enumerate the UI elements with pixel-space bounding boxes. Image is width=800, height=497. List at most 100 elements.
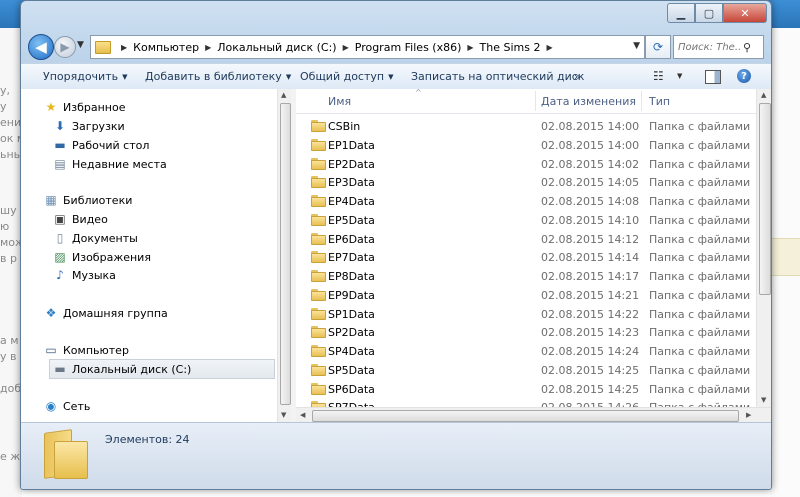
table-row[interactable]: SP2Data 02.08.2015 14:23 Папка с файлами (296, 323, 771, 342)
recent-pages-dropdown[interactable]: ▼ (77, 40, 84, 50)
table-row[interactable]: SP4Data 02.08.2015 14:24 Папка с файлами (296, 342, 771, 361)
minimize-button[interactable]: ▁ (667, 3, 695, 23)
navigation-pane-scrollbar[interactable]: ▲ ▼ (277, 89, 291, 422)
back-button[interactable]: ◀ (28, 34, 54, 60)
address-bar[interactable]: ▶ Компьютер ▶ Локальный диск (C:) ▶ Prog… (90, 35, 645, 59)
chevron-right-icon[interactable]: ▶ (343, 43, 349, 52)
search-box[interactable]: ⚲ (673, 35, 764, 59)
sidebar-item-documents[interactable]: ▯ Документы (52, 229, 138, 247)
sidebar-item-desktop[interactable]: ▬ Рабочий стол (52, 136, 149, 154)
scrollbar-thumb[interactable] (759, 103, 771, 295)
folder-icon (311, 270, 326, 282)
sidebar-item-local-disk-c[interactable]: ▬ Локальный диск (C:) (49, 359, 275, 379)
folder-icon (311, 138, 326, 151)
sidebar-item-downloads[interactable]: ⬇ Загрузки (52, 117, 125, 135)
table-row[interactable]: EP8Data 02.08.2015 14:17 Папка с файлами (296, 267, 771, 286)
sidebar-group-computer[interactable]: ▭ Компьютер (43, 341, 129, 359)
table-row[interactable]: EP4Data 02.08.2015 14:08 Папка с файлами (296, 192, 771, 211)
change-view-button[interactable]: ☷ (653, 69, 664, 83)
table-row[interactable]: SP6Data 02.08.2015 14:25 Папка с файлами (296, 380, 771, 399)
scroll-up-icon[interactable]: ▲ (281, 91, 286, 99)
table-row[interactable]: EP5Data 02.08.2015 14:10 Папка с файлами (296, 211, 771, 230)
libraries-icon: ▦ (45, 193, 57, 207)
sidebar-group-network[interactable]: ◉ Сеть (43, 397, 91, 415)
chevron-right-icon[interactable]: ▶ (467, 43, 473, 52)
file-date: 02.08.2015 14:14 (541, 251, 640, 265)
breadcrumb-item[interactable]: Компьютер (133, 41, 199, 54)
title-bar[interactable]: ▁ ▢ ✕ (21, 1, 771, 29)
forward-button[interactable]: ▶ (54, 36, 76, 58)
column-header-name[interactable]: Имя (328, 95, 351, 108)
file-list: ^ Имя Дата изменения Тип CSBin 02.08.2015… (296, 89, 771, 422)
scroll-down-icon[interactable]: ▼ (281, 411, 286, 419)
table-row[interactable]: EP2Data 02.08.2015 14:02 Папка с файлами (296, 155, 771, 174)
chevron-down-icon: ▼ (122, 73, 128, 81)
file-list-vertical-scrollbar[interactable]: ▲ ▼ (756, 89, 771, 407)
column-divider[interactable] (535, 91, 536, 111)
sidebar-item-label: Загрузки (72, 119, 125, 133)
close-button[interactable]: ✕ (723, 3, 767, 23)
sidebar-item-music[interactable]: ♪ Музыка (52, 266, 116, 284)
scroll-right-icon[interactable]: ▶ (746, 411, 751, 419)
column-divider[interactable] (641, 91, 642, 111)
table-row[interactable]: SP5Data 02.08.2015 14:25 Папка с файлами (296, 361, 771, 380)
file-type: Папка с файлами (649, 345, 751, 358)
column-header-date[interactable]: Дата изменения (541, 95, 636, 108)
maximize-button[interactable]: ▢ (695, 3, 723, 23)
table-row[interactable]: EP3Data 02.08.2015 14:05 Папка с файлами (296, 173, 771, 192)
table-row[interactable]: EP6Data 02.08.2015 14:12 Папка с файлами (296, 230, 771, 249)
folder-icon (44, 429, 88, 479)
file-type: Папка с файлами (649, 195, 751, 208)
star-icon: ★ (45, 100, 57, 114)
file-name: EP3Data (328, 176, 375, 190)
more-commands-button[interactable]: » (574, 70, 581, 83)
breadcrumb: ▶ Компьютер ▶ Локальный диск (C:) ▶ Prog… (115, 41, 559, 54)
chevron-right-icon[interactable]: ▶ (546, 43, 552, 52)
scroll-left-icon[interactable]: ◀ (300, 411, 305, 419)
background-text: ю (0, 220, 10, 233)
table-row[interactable]: EP1Data 02.08.2015 14:00 Папка с файлами (296, 136, 771, 155)
scrollbar-thumb[interactable] (312, 410, 739, 422)
sidebar-group-libraries[interactable]: ▦ Библиотеки (43, 191, 132, 209)
refresh-button[interactable]: ⟳ (645, 35, 671, 59)
file-name: CSBin (328, 120, 361, 133)
chevron-right-icon[interactable]: ▶ (121, 43, 127, 52)
breadcrumb-item[interactable]: Program Files (x86) (355, 41, 462, 54)
file-list-horizontal-scrollbar[interactable]: ◀ ▶ (296, 407, 771, 423)
help-button[interactable]: ? (737, 69, 751, 83)
organize-button[interactable]: Упорядочить ▼ (43, 70, 128, 83)
column-header-type[interactable]: Тип (649, 95, 670, 108)
breadcrumb-item[interactable]: Локальный диск (C:) (217, 41, 336, 54)
chevron-down-icon[interactable]: ▼ (677, 72, 682, 80)
table-row[interactable]: CSBin 02.08.2015 14:00 Папка с файлами (296, 117, 771, 136)
table-row[interactable]: EP7Data 02.08.2015 14:14 Папка с файлами (296, 248, 771, 267)
window-controls: ▁ ▢ ✕ (667, 3, 767, 23)
sidebar-item-recent-places[interactable]: ▤ Недавние места (52, 155, 166, 173)
sidebar-item-pictures[interactable]: ▨ Изображения (52, 248, 151, 266)
sidebar-group-favorites[interactable]: ★ Избранное (43, 98, 126, 116)
scroll-down-icon[interactable]: ▼ (761, 396, 766, 404)
chevron-down-icon[interactable]: ▼ (633, 41, 640, 51)
folder-icon (311, 363, 326, 376)
search-input[interactable] (678, 41, 740, 53)
breadcrumb-item[interactable]: The Sims 2 (480, 41, 541, 54)
burn-button[interactable]: Записать на оптический диск (411, 70, 584, 83)
chevron-down-icon: ▼ (285, 73, 292, 81)
folder-icon (311, 288, 326, 301)
hard-drive-icon: ▬ (54, 362, 66, 376)
sidebar-item-video[interactable]: ▣ Видео (52, 210, 108, 228)
search-icon[interactable]: ⚲ (743, 41, 751, 54)
table-row[interactable]: EP9Data 02.08.2015 14:21 Папка с файлами (296, 286, 771, 305)
sidebar-group-homegroup[interactable]: ❖ Домашняя группа (43, 304, 168, 322)
share-button[interactable]: Общий доступ ▼ (300, 70, 393, 83)
file-type: Папка с файлами (649, 176, 751, 190)
background-text: е ж (0, 450, 21, 463)
chevron-right-icon[interactable]: ▶ (205, 43, 211, 52)
table-row[interactable]: SP1Data 02.08.2015 14:22 Папка с файлами (296, 305, 771, 324)
scrollbar-thumb[interactable] (280, 103, 291, 405)
preview-pane-button[interactable] (705, 70, 721, 84)
sidebar-item-label: Видео (72, 212, 108, 226)
add-to-library-button[interactable]: Добавить в библиотеку ▼ (145, 70, 291, 83)
scroll-up-icon[interactable]: ▲ (761, 91, 766, 99)
view-details-icon: ☷ (653, 69, 664, 83)
